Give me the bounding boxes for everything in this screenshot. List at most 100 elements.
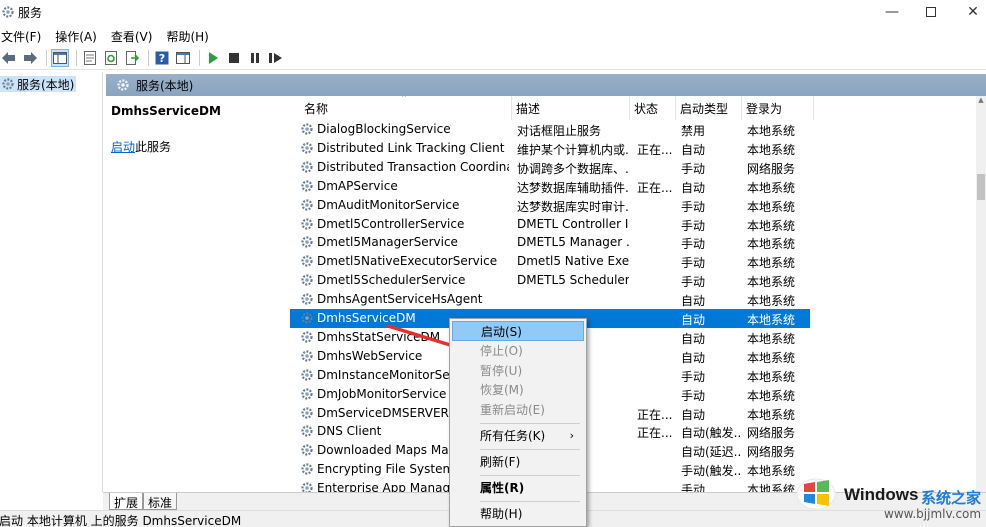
table-row[interactable]: DmAuditMonitorService 达梦数据库实时审计... 手动 本地系统 <box>290 196 976 215</box>
column-header-logon-as[interactable]: 登录为 <box>742 96 814 120</box>
sort-ascending-icon: ⌃ <box>400 96 408 104</box>
watermark-url: www.bjjmlv.com <box>884 507 982 521</box>
menu-separator <box>480 475 580 476</box>
services-gear-icon <box>2 6 14 18</box>
table-row[interactable]: DNS Client务(dn...正在...自动(触发...网络服务 <box>290 422 976 441</box>
table-row[interactable]: Distributed Transaction Coordinator 协调跨多个… <box>290 158 976 177</box>
scroll-up-icon[interactable]: ▲ <box>976 96 986 108</box>
help-icon: ? <box>155 51 169 65</box>
service-startup-type: 手动 <box>681 388 706 403</box>
service-gear-icon <box>301 161 313 173</box>
tab-standard[interactable]: 标准 <box>143 493 178 510</box>
table-row[interactable]: DmServiceDMSERVER服务正在...自动本地系统 <box>290 404 976 423</box>
refresh-toolbar-button[interactable] <box>102 49 120 67</box>
table-row[interactable]: Distributed Link Tracking Client 维护某个计算机内… <box>290 139 976 158</box>
service-logon-as: 网络服务 <box>747 426 796 441</box>
console-tree: 服务(本地) <box>0 72 103 492</box>
menu-item-properties[interactable]: 属性(R) <box>452 478 584 498</box>
menu-help[interactable]: 帮助(H) <box>165 25 213 45</box>
title-bar: 服务 — ✕ <box>0 0 986 24</box>
tab-extended[interactable]: 扩展 <box>109 493 144 510</box>
pause-service-button[interactable] <box>246 49 264 67</box>
service-startup-type: 自动(触发... <box>681 426 741 441</box>
menu-separator <box>480 449 580 450</box>
action-pane-button[interactable] <box>174 49 192 67</box>
table-row[interactable]: Dmetl5SchedulerService DMETL5 Scheduler..… <box>290 271 976 290</box>
scrollbar-thumb[interactable] <box>977 174 985 200</box>
menu-item-start[interactable]: 启动(S) <box>452 321 584 341</box>
service-gear-icon <box>301 444 313 456</box>
close-button[interactable]: ✕ <box>950 0 986 24</box>
service-startup-type: 自动 <box>681 407 706 422</box>
service-gear-icon <box>301 274 313 286</box>
start-service-link[interactable]: 启动 <box>111 140 135 154</box>
table-row[interactable]: Dmetl5NativeExecutorService Dmetl5 Native… <box>290 252 976 271</box>
menu-action[interactable]: 操作(A) <box>54 25 102 45</box>
service-name: Dmetl5ManagerService <box>317 235 458 250</box>
service-startup-type: 自动 <box>681 350 706 365</box>
stop-icon <box>229 52 239 63</box>
properties-toolbar-button[interactable] <box>81 49 99 67</box>
table-row[interactable]: DmhsAgentServiceHsAgent 自动 本地系统 <box>290 290 976 309</box>
watermark: Windows 系统之家 www.bjjmlv.com <box>790 468 986 527</box>
service-startup-type: 自动 <box>681 331 706 346</box>
help-toolbar-button[interactable]: ? <box>153 49 171 67</box>
service-startup-type: 自动(延迟... <box>681 445 741 460</box>
menu-item-stop: 停止(O) <box>480 344 523 358</box>
service-logon-as: 网络服务 <box>747 445 796 460</box>
service-logon-as: 本地系统 <box>747 142 796 157</box>
toolbar: ? <box>0 46 986 70</box>
tree-node-services-local[interactable]: 服务(本地) <box>0 76 77 92</box>
watermark-suffix: 系统之家 <box>921 489 982 507</box>
toolbar-separator <box>46 49 47 66</box>
column-header-status[interactable]: 状态 <box>630 96 676 120</box>
forward-button[interactable] <box>21 49 39 67</box>
table-row[interactable]: DmJobMonitorService业服务手动本地系统 <box>290 385 976 404</box>
start-service-button[interactable] <box>204 49 222 67</box>
table-row[interactable]: Downloaded Maps Mana用已下...自动(延迟...网络服务 <box>290 441 976 460</box>
submenu-chevron-icon: › <box>569 429 574 442</box>
service-description: 维护某个计算机内或... <box>517 142 629 157</box>
export-list-button[interactable] <box>123 49 141 67</box>
service-logon-as: 本地系统 <box>747 180 796 195</box>
service-description: 对话框阻止服务 <box>517 124 602 138</box>
service-startup-type: 手动 <box>681 369 706 384</box>
menu-view[interactable]: 查看(V) <box>110 25 158 45</box>
service-name: Distributed Transaction Coordinator <box>317 159 509 174</box>
table-row[interactable]: Dmetl5ControllerService DMETL Controller … <box>290 215 976 234</box>
service-logon-as: 本地系统 <box>747 199 796 214</box>
column-header-name[interactable]: 名称 ⌃ <box>290 96 512 120</box>
extended-detail-pane: DmhsServiceDM 启动此服务 <box>106 96 290 492</box>
menu-item-all-tasks[interactable]: 所有任务(K) › <box>452 426 584 446</box>
back-button[interactable] <box>0 49 18 67</box>
table-row[interactable]: Dmetl5ManagerService DMETL5 Manager ... 手动… <box>290 233 976 252</box>
service-name: DmAPService <box>317 178 398 193</box>
column-header-description[interactable]: 描述 <box>512 96 630 120</box>
menu-file[interactable]: 文件(F) <box>0 25 46 45</box>
maximize-button[interactable] <box>908 0 954 24</box>
restart-icon <box>269 52 282 63</box>
service-gear-icon <box>301 293 313 305</box>
service-name: Distributed Link Tracking Client <box>317 140 505 155</box>
table-row[interactable]: DialogBlockingService 对话框阻止服务 禁用 本地系统 <box>290 120 976 139</box>
vertical-scrollbar[interactable]: ▲ <box>976 96 986 492</box>
service-description: 协调跨多个数据库、... <box>517 161 629 176</box>
pause-icon <box>251 52 259 63</box>
service-name: DmAuditMonitorService <box>317 197 460 212</box>
table-row[interactable]: DmInstanceMonitorServic则监控...手动本地系统 <box>290 366 976 385</box>
menu-item-help[interactable]: 帮助(H) <box>452 504 584 524</box>
column-header-startup-type[interactable]: 启动类型 <box>676 96 742 120</box>
menu-item-refresh[interactable]: 刷新(F) <box>452 452 584 472</box>
service-status: 正在... <box>637 180 673 195</box>
service-description: DMETL Controller I... <box>517 216 629 231</box>
stop-service-button[interactable] <box>225 49 243 67</box>
service-logon-as: 本地系统 <box>747 124 796 138</box>
service-name: Dmetl5ControllerService <box>317 216 465 231</box>
show-hide-tree-button[interactable] <box>51 48 69 67</box>
restart-service-button[interactable] <box>267 49 285 67</box>
service-startup-type: 手动 <box>681 237 706 252</box>
service-gear-icon <box>301 482 313 492</box>
table-row[interactable]: DmAPService 达梦数据库辅助插件... 正在... 自动 本地系统 <box>290 177 976 196</box>
service-status: 正在... <box>637 426 673 441</box>
service-name: DmhsAgentServiceHsAgent <box>317 292 483 307</box>
